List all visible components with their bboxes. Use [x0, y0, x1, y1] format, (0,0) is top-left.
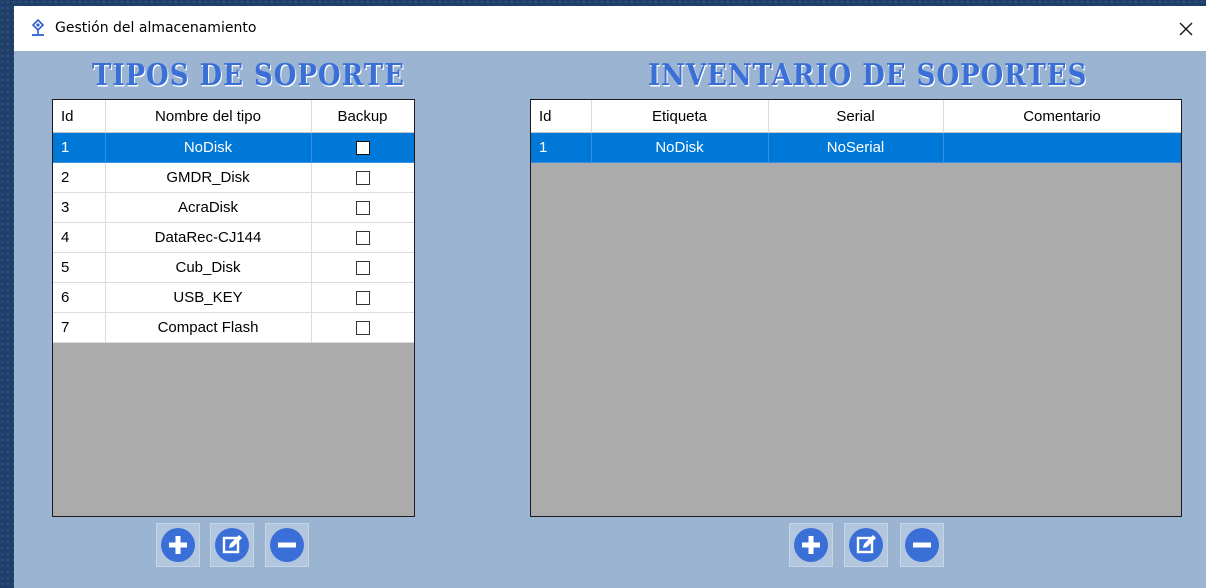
cell-type-name[interactable]: NoDisk [105, 132, 312, 163]
edit-media-type-button[interactable] [210, 523, 254, 567]
title-bar: Gestión del almacenamiento [14, 6, 1206, 51]
cell-id[interactable]: 3 [53, 192, 106, 223]
backup-checkbox[interactable] [355, 321, 370, 336]
column-header-id[interactable]: Id [531, 100, 592, 133]
cell-backup[interactable] [311, 312, 414, 343]
cell-type-name[interactable]: Cub_Disk [105, 252, 312, 283]
column-header-backup[interactable]: Backup [311, 100, 414, 133]
cell-backup[interactable] [311, 162, 414, 193]
cell-label[interactable]: NoDisk [591, 132, 769, 163]
remove-media-type-button[interactable] [265, 523, 309, 567]
edit-icon [215, 528, 249, 562]
media-type-row[interactable]: 2 GMDR_Disk [53, 162, 414, 193]
cell-type-name[interactable]: Compact Flash [105, 312, 312, 343]
backup-checkbox[interactable] [355, 261, 370, 276]
window-title: Gestión del almacenamiento [55, 20, 257, 36]
cell-type-name[interactable]: GMDR_Disk [105, 162, 312, 193]
backup-checkbox[interactable] [355, 231, 370, 246]
storage-management-window: Gestión del almacenamiento TIPOS DE SOPO… [14, 6, 1206, 588]
column-header-serial[interactable]: Serial [768, 100, 944, 133]
cell-type-name[interactable]: DataRec-CJ144 [105, 222, 312, 253]
media-type-row[interactable]: 5 Cub_Disk [53, 252, 414, 283]
cell-comment[interactable] [943, 132, 1181, 163]
backup-checkbox[interactable] [355, 201, 370, 216]
column-header-id[interactable]: Id [53, 100, 106, 133]
remove-media-button[interactable] [900, 523, 944, 567]
cell-backup[interactable] [311, 222, 414, 253]
add-media-type-button[interactable] [156, 523, 200, 567]
media-type-row[interactable]: 1 NoDisk [53, 132, 414, 163]
cell-id[interactable]: 2 [53, 162, 106, 193]
media-inventory-title: INVENTARIO DE SOPORTES [648, 58, 1088, 94]
cell-backup[interactable] [311, 282, 414, 313]
backup-checkbox[interactable] [355, 171, 370, 186]
add-icon [161, 528, 195, 562]
media-type-row[interactable]: 7 Compact Flash [53, 312, 414, 343]
cell-id[interactable]: 7 [53, 312, 106, 343]
close-icon [1179, 22, 1193, 35]
close-button[interactable] [1166, 6, 1206, 51]
cell-backup[interactable] [311, 192, 414, 223]
add-icon [794, 528, 828, 562]
media-row[interactable]: 1 NoDisk NoSerial [531, 132, 1181, 163]
cell-backup[interactable] [311, 252, 414, 283]
cell-id[interactable]: 1 [531, 132, 592, 163]
edit-media-button[interactable] [844, 523, 888, 567]
cell-type-name[interactable]: AcraDisk [105, 192, 312, 223]
cell-id[interactable]: 1 [53, 132, 106, 163]
media-type-row[interactable]: 4 DataRec-CJ144 [53, 222, 414, 253]
backup-checkbox[interactable] [355, 291, 370, 306]
column-header-comment[interactable]: Comentario [943, 100, 1181, 133]
column-header-type-name[interactable]: Nombre del tipo [105, 100, 312, 133]
cell-backup[interactable] [311, 132, 414, 163]
cell-serial[interactable]: NoSerial [768, 132, 944, 163]
cell-id[interactable]: 6 [53, 282, 106, 313]
media-type-row[interactable]: 6 USB_KEY [53, 282, 414, 313]
cell-id[interactable]: 4 [53, 222, 106, 253]
remove-icon [270, 528, 304, 562]
backup-checkbox[interactable] [355, 141, 370, 156]
column-header-label[interactable]: Etiqueta [591, 100, 769, 133]
edit-icon [849, 528, 883, 562]
media-inventory-header: Id Etiqueta Serial Comentario [531, 100, 1181, 133]
app-icon [30, 18, 46, 37]
cell-type-name[interactable]: USB_KEY [105, 282, 312, 313]
cell-id[interactable]: 5 [53, 252, 106, 283]
media-types-title: TIPOS DE SOPORTE [92, 58, 405, 94]
add-media-button[interactable] [789, 523, 833, 567]
media-types-header: Id Nombre del tipo Backup [53, 100, 414, 133]
media-types-grid[interactable]: Id Nombre del tipo Backup 1 NoDisk 2 GMDR_D… [52, 99, 415, 517]
media-inventory-grid[interactable]: Id Etiqueta Serial Comentario 1 NoDisk NoS… [530, 99, 1182, 517]
media-type-row[interactable]: 3 AcraDisk [53, 192, 414, 223]
remove-icon [905, 528, 939, 562]
